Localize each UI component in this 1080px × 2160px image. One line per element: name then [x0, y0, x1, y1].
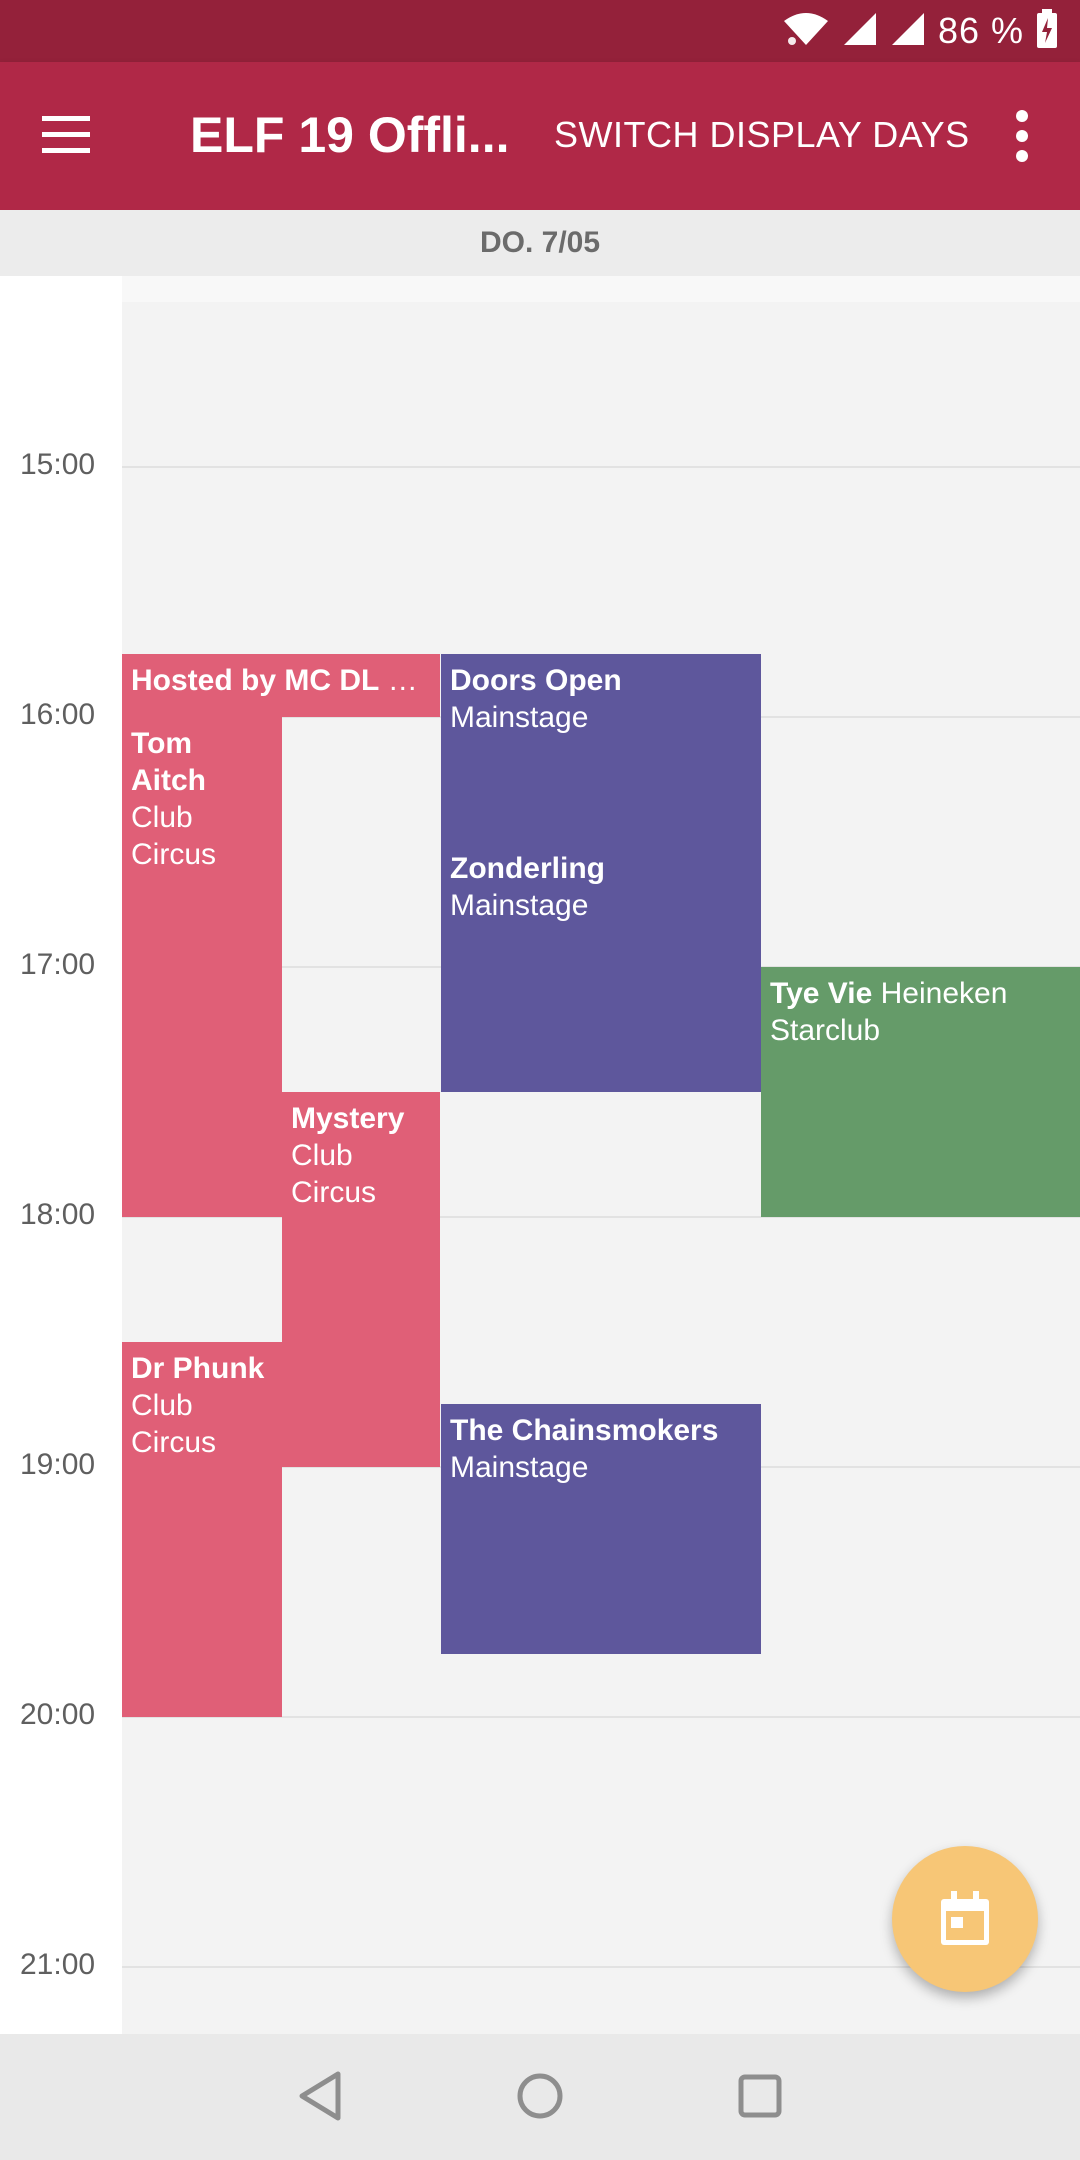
wifi-icon — [782, 11, 830, 52]
event-location: Mainstage — [450, 889, 589, 922]
recents-icon — [728, 2074, 792, 2132]
event-block[interactable]: Tom Aitch Club Circus — [122, 717, 282, 1217]
switch-display-days-button[interactable]: SWITCH DISPLAY DAYS — [554, 114, 970, 156]
battery-charging-icon — [1036, 8, 1058, 54]
event-block[interactable]: The Chainsmokers Mainstage — [441, 1404, 761, 1654]
battery-percent: 86 % — [937, 10, 1024, 51]
event-block[interactable]: Doors Open Mainstage — [441, 654, 761, 842]
event-location: Mainstage — [450, 701, 589, 734]
time-label: 19:00 — [20, 1448, 96, 1481]
nav-bar — [0, 2034, 1080, 2160]
overflow-menu-button[interactable] — [1000, 106, 1044, 166]
event-block[interactable]: Mystery Club Circus — [282, 1092, 440, 1467]
back-icon — [288, 2071, 352, 2132]
time-label: 16:00 — [20, 698, 96, 731]
home-button[interactable] — [508, 2064, 572, 2128]
time-label: 20:00 — [20, 1698, 96, 1731]
menu-icon — [40, 116, 92, 168]
time-column — [0, 276, 122, 2034]
menu-button[interactable] — [40, 108, 100, 164]
event-title: Mystery — [291, 1102, 405, 1135]
recents-button[interactable] — [728, 2064, 792, 2128]
event-block[interactable]: Tye Vie Heineken Starclub — [761, 967, 1080, 1217]
time-label: 21:00 — [20, 1948, 96, 1981]
event-block[interactable]: Hosted by MC DL Cl... — [122, 654, 440, 717]
event-title: Zonderling — [450, 852, 605, 885]
status-bar: 86 % — [0, 0, 1080, 62]
calendar-icon — [939, 1891, 991, 1952]
app-bar: ELF 19 Offli... SWITCH DISPLAY DAYS — [0, 62, 1080, 210]
time-label: 17:00 — [20, 948, 96, 981]
event-title: Hosted by MC DL — [131, 664, 380, 697]
app-title: ELF 19 Offli... — [190, 107, 510, 163]
home-icon — [508, 2073, 572, 2132]
event-location: Club Circus — [131, 1389, 217, 1459]
event-location: Cl... — [387, 664, 431, 697]
event-title: The Chainsmokers — [450, 1414, 719, 1447]
event-location: Club Circus — [291, 1139, 377, 1209]
time-label: 18:00 — [20, 1198, 96, 1231]
event-title: Dr Phunk — [131, 1352, 265, 1385]
event-title: Tom Aitch — [131, 727, 206, 797]
event-title: Doors Open — [450, 664, 622, 697]
calendar-grid[interactable]: Hosted by MC DL Cl... Tom Aitch Club Cir… — [122, 276, 1080, 2034]
time-label: 15:00 — [20, 448, 96, 481]
signal-icon — [842, 11, 878, 52]
event-location: Club Circus — [131, 801, 217, 871]
day-header: DO. 7/05 — [0, 210, 1080, 276]
status-icons: 86 % — [782, 8, 1058, 54]
event-title: Tye Vie — [770, 977, 873, 1010]
event-block[interactable]: Zonderling Mainstage — [441, 842, 761, 1092]
more-vert-icon — [1000, 110, 1044, 170]
hour-line — [122, 466, 1080, 468]
event-location: Mainstage — [450, 1451, 589, 1484]
grid-top-strip — [122, 276, 1080, 302]
back-button[interactable] — [288, 2064, 352, 2128]
signal-icon — [890, 11, 926, 52]
calendar-fab[interactable] — [892, 1846, 1038, 1992]
event-block[interactable]: Dr Phunk Club Circus — [122, 1342, 282, 1717]
